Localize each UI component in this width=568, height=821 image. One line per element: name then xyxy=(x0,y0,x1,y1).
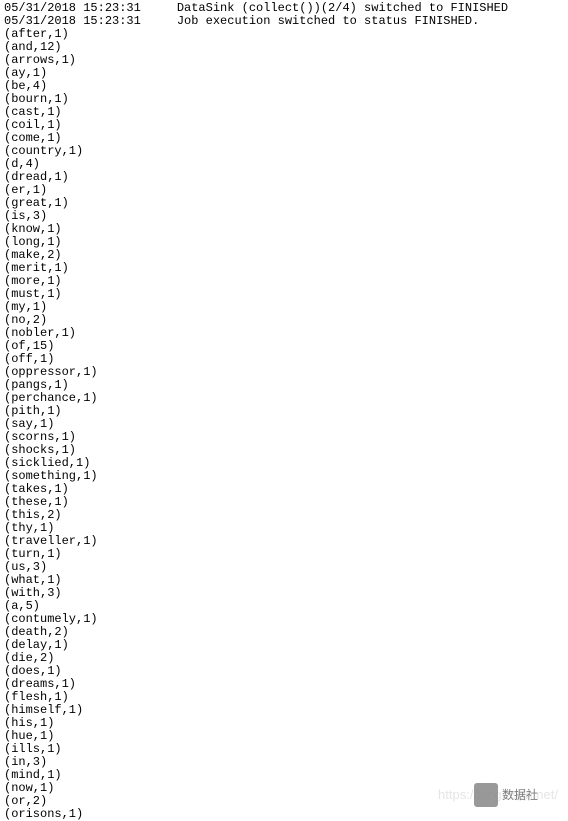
wordcount-line: (country,1) xyxy=(4,145,564,158)
wordcount-line: (these,1) xyxy=(4,496,564,509)
wordcount-line: (be,4) xyxy=(4,80,564,93)
wordcount-line: (say,1) xyxy=(4,418,564,431)
wordcount-line: (ills,1) xyxy=(4,743,564,756)
wordcount-line: (himself,1) xyxy=(4,704,564,717)
wordcount-line: (after,1) xyxy=(4,28,564,41)
wordcount-line: (nobler,1) xyxy=(4,327,564,340)
wordcount-line: (great,1) xyxy=(4,197,564,210)
log-line: 05/31/2018 15:23:31 Job execution switch… xyxy=(4,15,564,28)
wordcount-line: (oppressor,1) xyxy=(4,366,564,379)
qr-icon xyxy=(474,783,498,807)
wordcount-line: (of,15) xyxy=(4,340,564,353)
wordcount-line: (flesh,1) xyxy=(4,691,564,704)
wordcount-line: (know,1) xyxy=(4,223,564,236)
wordcount-line: (his,1) xyxy=(4,717,564,730)
wordcount-line: (d,4) xyxy=(4,158,564,171)
wordcount-line: (delay,1) xyxy=(4,639,564,652)
wordcount-line: (make,2) xyxy=(4,249,564,262)
wordcount-line: (and,12) xyxy=(4,41,564,54)
qr-badge: 数据社 xyxy=(474,783,538,807)
wordcount-line: (hue,1) xyxy=(4,730,564,743)
wordcount-line: (does,1) xyxy=(4,665,564,678)
wordcount-line: (more,1) xyxy=(4,275,564,288)
wordcount-line: (must,1) xyxy=(4,288,564,301)
wordcount-line: (what,1) xyxy=(4,574,564,587)
wordcount-line: (arrows,1) xyxy=(4,54,564,67)
wordcount-line: (my,1) xyxy=(4,301,564,314)
wordcount-line: (bourn,1) xyxy=(4,93,564,106)
wordcount-line: (merit,1) xyxy=(4,262,564,275)
wordcount-line: (in,3) xyxy=(4,756,564,769)
wordcount-line: (cast,1) xyxy=(4,106,564,119)
wordcount-line: (dreams,1) xyxy=(4,678,564,691)
wordcount-line: (this,2) xyxy=(4,509,564,522)
wordcount-line: (pith,1) xyxy=(4,405,564,418)
wordcount-line: (orisons,1) xyxy=(4,808,564,821)
wordcount-line: (come,1) xyxy=(4,132,564,145)
wordcount-line: (er,1) xyxy=(4,184,564,197)
wordcount-line: (traveller,1) xyxy=(4,535,564,548)
wordcount-line: (something,1) xyxy=(4,470,564,483)
wordcount-line: (turn,1) xyxy=(4,548,564,561)
wordcount-line: (with,3) xyxy=(4,587,564,600)
console-output: 05/31/2018 15:23:31 DataSink (collect())… xyxy=(4,2,564,821)
wordcount-line: (ay,1) xyxy=(4,67,564,80)
wordcount-line: (scorns,1) xyxy=(4,431,564,444)
wordcount-line: (no,2) xyxy=(4,314,564,327)
wordcount-line: (death,2) xyxy=(4,626,564,639)
wordcount-line: (long,1) xyxy=(4,236,564,249)
wordcount-line: (dread,1) xyxy=(4,171,564,184)
wordcount-line: (us,3) xyxy=(4,561,564,574)
qr-badge-text: 数据社 xyxy=(502,789,538,802)
wordcount-line: (mind,1) xyxy=(4,769,564,782)
wordcount-line: (contumely,1) xyxy=(4,613,564,626)
wordcount-line: (is,3) xyxy=(4,210,564,223)
wordcount-line: (coil,1) xyxy=(4,119,564,132)
wordcount-line: (takes,1) xyxy=(4,483,564,496)
wordcount-line: (perchance,1) xyxy=(4,392,564,405)
wordcount-line: (die,2) xyxy=(4,652,564,665)
